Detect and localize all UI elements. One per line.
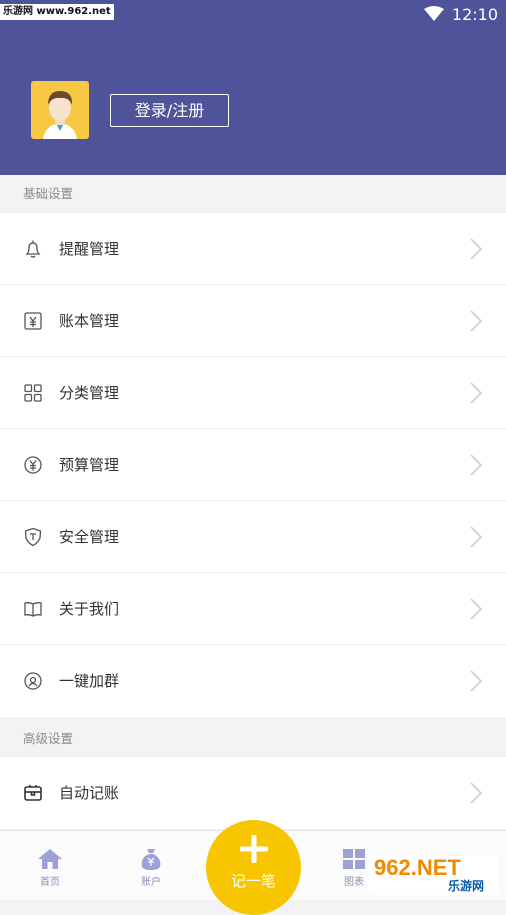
tab-label: 账户 (141, 877, 161, 888)
settings-item-label: 预算管理 (59, 456, 120, 474)
ledger-icon (23, 311, 43, 331)
tab-label: 首页 (40, 877, 60, 888)
settings-item-label: 分类管理 (59, 384, 120, 402)
bell-icon (23, 239, 43, 259)
settings-item-label: 一键加群 (59, 672, 120, 690)
chevron-right-icon (470, 454, 483, 476)
settings-item-label: 提醒管理 (59, 240, 120, 258)
settings-item-security[interactable]: 安全管理 (0, 501, 506, 573)
settings-item-reminder[interactable]: 提醒管理 (0, 213, 506, 285)
settings-item-ledger[interactable]: 账本管理 (0, 285, 506, 357)
settings-item-budget[interactable]: 预算管理 (0, 429, 506, 501)
chevron-right-icon (470, 526, 483, 548)
chevron-right-icon (470, 598, 483, 620)
settings-item-label: 自动记账 (59, 784, 120, 802)
settings-item-label: 关于我们 (59, 600, 120, 618)
chevron-right-icon (470, 382, 483, 404)
chart-icon (343, 849, 365, 869)
status-time: 12:10 (451, 4, 498, 24)
tab-label: 图表 (344, 877, 364, 888)
shield-icon (23, 527, 43, 547)
yen-coin-icon (23, 455, 43, 475)
user-avatar-icon[interactable] (31, 81, 89, 139)
chevron-right-icon (470, 670, 483, 692)
chevron-right-icon (470, 310, 483, 332)
settings-item-about[interactable]: 关于我们 (0, 573, 506, 645)
login-register-button[interactable]: 登录/注册 (110, 94, 229, 127)
wifi-icon (423, 6, 444, 21)
status-right: 12:10 (423, 3, 498, 25)
plus-icon (240, 835, 268, 863)
watermark-logo: 962.NET 乐游网 (368, 855, 498, 895)
tab-account[interactable]: 账户 (121, 847, 181, 888)
advanced-settings-list: 自动记账 (0, 757, 506, 829)
settings-item-label: 账本管理 (59, 312, 120, 330)
watermark-top: 乐游网 www.962.net (0, 4, 114, 20)
auto-record-icon (23, 783, 43, 803)
money-bag-icon (141, 849, 161, 870)
chevron-right-icon (470, 238, 483, 260)
basic-settings-list: 提醒管理 账本管理 分类管理 预算管理 安全管理 关于我们 一键加群 (0, 213, 506, 717)
add-record-label: 记一笔 (230, 872, 276, 890)
group-icon (23, 671, 43, 691)
watermark-site-text: 乐游网 (448, 879, 485, 893)
chevron-right-icon (470, 782, 483, 804)
settings-item-auto-record[interactable]: 自动记账 (0, 757, 506, 829)
section-title-basic: 基础设置 (0, 175, 506, 213)
tab-home[interactable]: 首页 (20, 847, 80, 888)
section-title-advanced: 高级设置 (0, 721, 506, 757)
home-icon (38, 849, 62, 869)
add-record-button[interactable]: 记一笔 (206, 820, 301, 915)
book-icon (23, 599, 43, 619)
settings-item-label: 安全管理 (59, 528, 120, 546)
profile-header: 乐游网 www.962.net 12:10 登录/注册 (0, 0, 506, 175)
settings-item-join-group[interactable]: 一键加群 (0, 645, 506, 717)
settings-item-category[interactable]: 分类管理 (0, 357, 506, 429)
grid-icon (23, 383, 43, 403)
status-bar: 乐游网 www.962.net 12:10 (0, 0, 506, 28)
